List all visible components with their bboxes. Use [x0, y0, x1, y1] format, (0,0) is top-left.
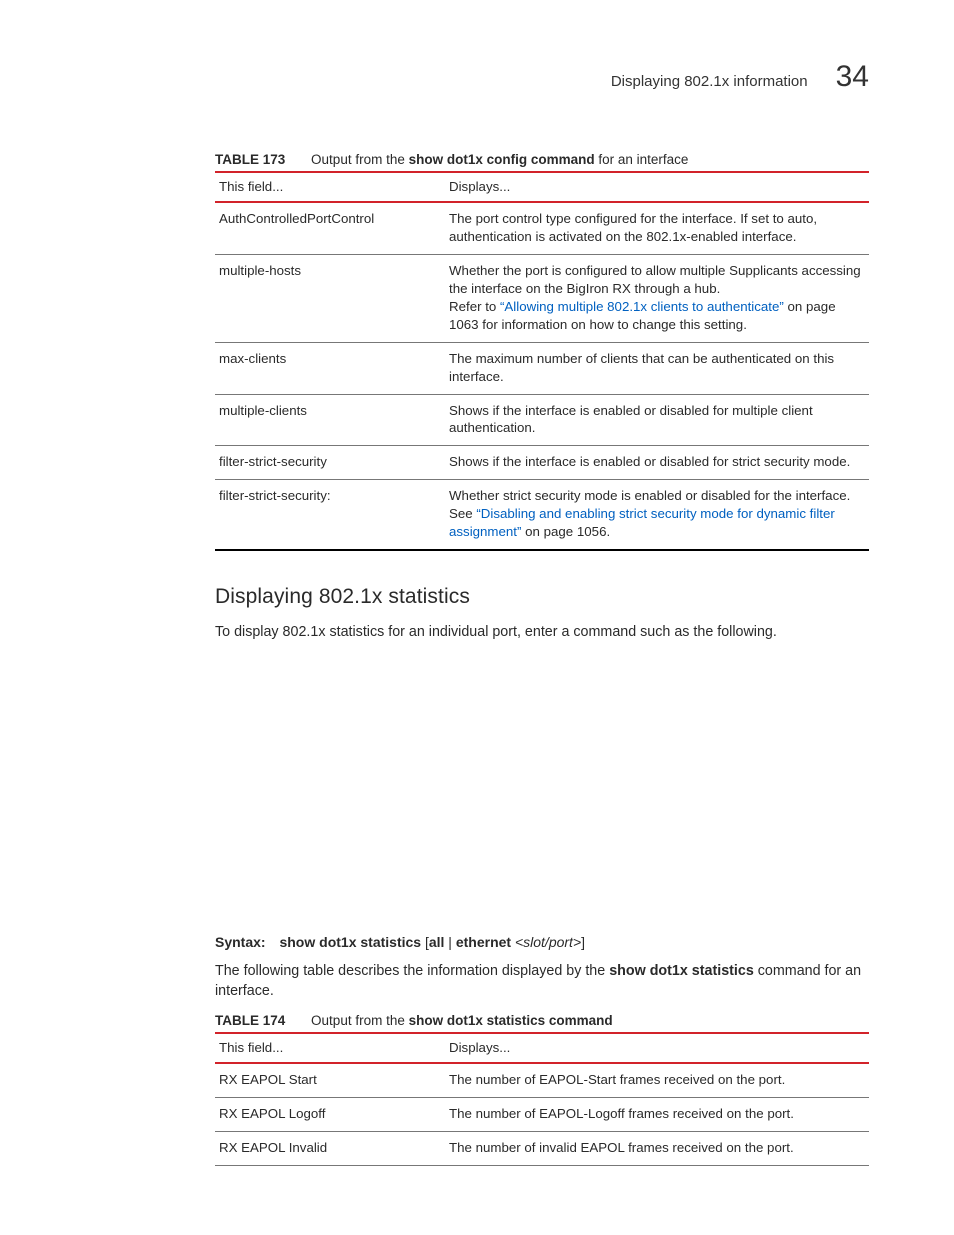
table173-head-disp: Displays... — [445, 172, 869, 202]
table174-title-pre: Output from the — [311, 1013, 409, 1028]
table174-title-bold: show dot1x statistics command — [409, 1013, 613, 1028]
syntax-text: | — [444, 934, 455, 950]
cell-text: Refer to — [449, 299, 500, 314]
table173-title-bold: show dot1x config command — [409, 152, 595, 167]
table-row: RX EAPOL Invalid The number of invalid E… — [215, 1131, 869, 1165]
table173: This field... Displays... AuthControlled… — [215, 171, 869, 551]
cell-disp: The maximum number of clients that can b… — [445, 342, 869, 394]
cell-disp: Whether strict security mode is enabled … — [445, 480, 869, 550]
cell-disp: The number of EAPOL-Logoff frames receiv… — [445, 1097, 869, 1131]
cell-disp: Shows if the interface is enabled or dis… — [445, 394, 869, 446]
cell-field: max-clients — [215, 342, 445, 394]
table-row: max-clients The maximum number of client… — [215, 342, 869, 394]
cell-field: RX EAPOL Invalid — [215, 1131, 445, 1165]
table174-head-disp: Displays... — [445, 1033, 869, 1063]
table174: This field... Displays... RX EAPOL Start… — [215, 1032, 869, 1166]
header-text: Displaying 802.1x information — [611, 73, 808, 90]
cell-disp: The number of EAPOL-Start frames receive… — [445, 1063, 869, 1097]
table-row: multiple-hosts Whether the port is confi… — [215, 254, 869, 342]
blank-space — [215, 654, 869, 934]
syntax-cmd: show dot1x statistics — [279, 934, 421, 950]
table-row: AuthControlledPortControl The port contr… — [215, 202, 869, 254]
cell-field: multiple-hosts — [215, 254, 445, 342]
cell-field: multiple-clients — [215, 394, 445, 446]
table-row: filter-strict-security Shows if the inte… — [215, 446, 869, 480]
table173-label: TABLE 173 — [215, 152, 285, 167]
cell-disp: Shows if the interface is enabled or dis… — [445, 446, 869, 480]
cell-text: Whether the port is configured to allow … — [449, 263, 861, 296]
table-row: RX EAPOL Logoff The number of EAPOL-Logo… — [215, 1097, 869, 1131]
para-bold: show dot1x statistics — [609, 963, 754, 979]
cell-field: AuthControlledPortControl — [215, 202, 445, 254]
content-block: TABLE 173 Output from the show dot1x con… — [215, 152, 869, 1166]
section-heading: Displaying 802.1x statistics — [215, 585, 869, 609]
syntax-text: [ — [421, 934, 429, 950]
cell-disp: The port control type configured for the… — [445, 202, 869, 254]
para-text: The following table describes the inform… — [215, 963, 609, 979]
cell-field: filter-strict-security: — [215, 480, 445, 550]
table173-title-post: for an interface — [595, 152, 689, 167]
cell-disp: Whether the port is configured to allow … — [445, 254, 869, 342]
syntax-kw: ethernet — [456, 934, 511, 950]
chapter-number: 34 — [836, 60, 869, 94]
cell-field: filter-strict-security — [215, 446, 445, 480]
syntax-label: Syntax: — [215, 934, 266, 950]
syntax-line: Syntax: show dot1x statistics [all | eth… — [215, 934, 869, 950]
syntax-text: ] — [581, 934, 585, 950]
table174-caption: TABLE 174 Output from the show dot1x sta… — [215, 1013, 869, 1028]
table174-head-field: This field... — [215, 1033, 445, 1063]
syntax-kw: all — [429, 934, 445, 950]
table174-label: TABLE 174 — [215, 1013, 285, 1028]
running-header: Displaying 802.1x information 34 — [85, 60, 869, 94]
xref-link[interactable]: “Disabling and enabling strict security … — [449, 506, 835, 539]
cell-disp: The number of invalid EAPOL frames recei… — [445, 1131, 869, 1165]
table-row: RX EAPOL Start The number of EAPOL-Start… — [215, 1063, 869, 1097]
section-intro: To display 802.1x statistics for an indi… — [215, 623, 869, 642]
page: Displaying 802.1x information 34 TABLE 1… — [0, 0, 954, 1235]
cell-field: RX EAPOL Logoff — [215, 1097, 445, 1131]
table173-caption: TABLE 173 Output from the show dot1x con… — [215, 152, 869, 167]
table-row: filter-strict-security: Whether strict s… — [215, 480, 869, 550]
table173-head-field: This field... — [215, 172, 445, 202]
para-following: The following table describes the inform… — [215, 962, 869, 1001]
syntax-arg: <slot/port> — [511, 934, 581, 950]
xref-link[interactable]: “Allowing multiple 802.1x clients to aut… — [500, 299, 784, 314]
cell-field: RX EAPOL Start — [215, 1063, 445, 1097]
cell-text: on page 1056. — [521, 524, 610, 539]
table-row: multiple-clients Shows if the interface … — [215, 394, 869, 446]
table173-title-pre: Output from the — [311, 152, 409, 167]
